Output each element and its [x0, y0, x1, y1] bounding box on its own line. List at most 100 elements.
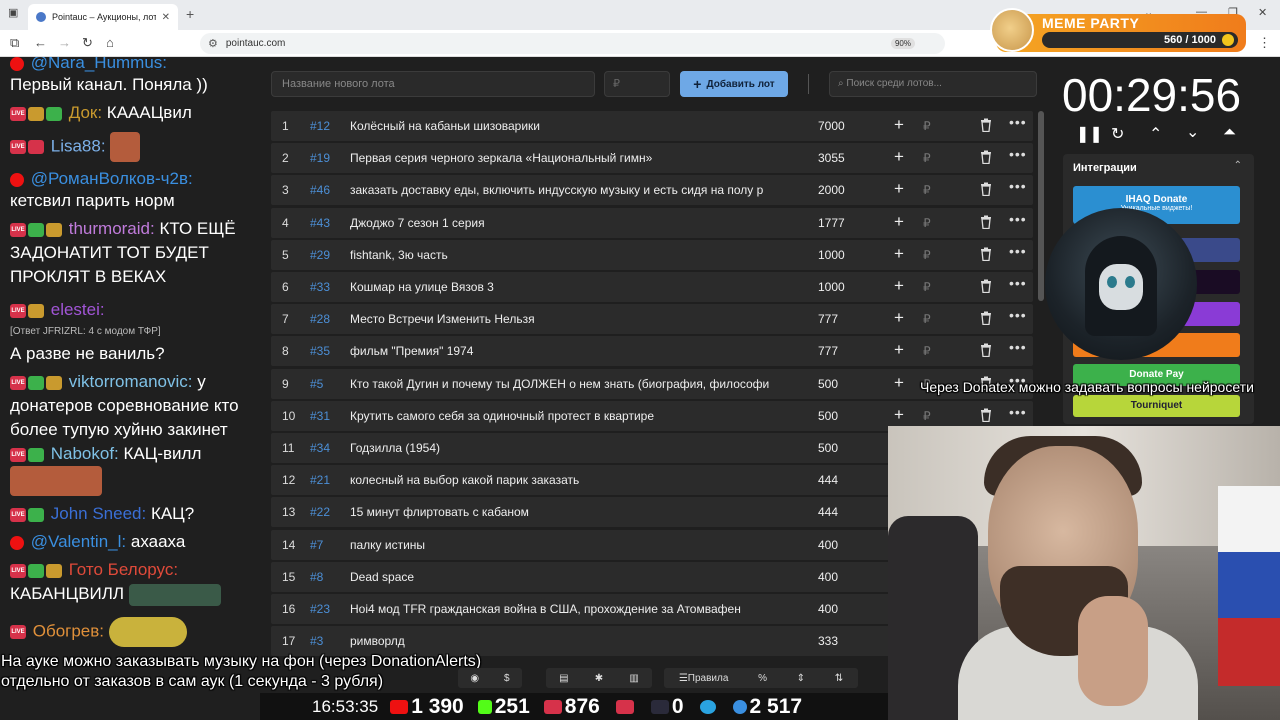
delete-icon[interactable] [980, 408, 992, 422]
lot-amount[interactable]: 400 [818, 602, 838, 616]
tourniquet-button[interactable]: Tourniquet [1073, 395, 1240, 417]
lot-amount[interactable]: 1000 [818, 248, 845, 262]
delete-icon[interactable] [980, 279, 992, 293]
add-amount-icon[interactable]: + [894, 179, 904, 199]
lot-row[interactable]: 6 #33 Кошмар на улице Вязов 3 1000 + ₽ ••• [271, 272, 1033, 302]
new-lot-amount-input[interactable]: ₽ [604, 71, 670, 97]
more-options-icon[interactable]: ••• [1009, 114, 1027, 130]
lot-name[interactable]: заказать доставку еды, включить индусску… [350, 183, 790, 197]
double-chevron-up-icon[interactable]: ⏶ [1223, 124, 1236, 142]
add-amount-icon[interactable]: + [894, 405, 904, 425]
currency-input[interactable]: ₽ [923, 248, 931, 262]
lot-name[interactable]: Dead space [350, 570, 790, 584]
delete-icon[interactable] [980, 215, 992, 229]
collapse-icon[interactable]: ⌃ [1234, 160, 1242, 171]
trash-all-icon[interactable]: ▥ [629, 673, 638, 684]
lot-search-input[interactable]: ⌕ Поиск среди лотов... [829, 71, 1037, 97]
browser-tab[interactable]: Pointauc – Аукционы, лотереи ✕ [28, 4, 178, 30]
more-options-icon[interactable]: ••• [1009, 275, 1027, 291]
lot-id[interactable]: #12 [310, 119, 330, 133]
lot-amount[interactable]: 777 [818, 312, 838, 326]
site-info-icon[interactable]: ⚙ [208, 37, 218, 50]
lot-row[interactable]: 5 #29 fishtank, 3ю часть 1000 + ₽ ••• [271, 239, 1033, 270]
lot-id[interactable]: #3 [310, 634, 323, 648]
lot-amount[interactable]: 500 [818, 377, 838, 391]
lot-name[interactable]: палку истины [350, 538, 790, 552]
lot-row[interactable]: 9 #5 Кто такой Дугин и почему ты ДОЛЖЕН о … [271, 368, 1033, 399]
lot-name[interactable]: Колёсный на кабаньи шизоварики [350, 119, 790, 133]
lot-amount[interactable]: 2000 [818, 183, 845, 197]
currency-input[interactable]: ₽ [923, 119, 931, 133]
lot-name[interactable]: фильм "Премия" 1974 [350, 344, 790, 358]
currency-input[interactable]: ₽ [923, 280, 931, 294]
lot-name[interactable]: Первая серия черного зеркала «Национальн… [350, 151, 790, 165]
lot-amount[interactable]: 1777 [818, 216, 845, 230]
lot-name[interactable]: Место Встречи Изменить Нельзя [350, 312, 790, 326]
currency-input[interactable]: ₽ [923, 409, 931, 423]
url-field[interactable]: ⚙ pointauc.com 90% [200, 33, 945, 54]
add-amount-icon[interactable]: + [894, 276, 904, 296]
lot-id[interactable]: #31 [310, 409, 330, 423]
add-amount-icon[interactable]: + [894, 212, 904, 232]
add-amount-icon[interactable]: + [894, 147, 904, 167]
lot-row[interactable]: 3 #46 заказать доставку еды, включить инду… [271, 175, 1033, 206]
zoom-badge[interactable]: 90% [890, 38, 915, 49]
lot-id[interactable]: #23 [310, 602, 330, 616]
currency-input[interactable]: ₽ [923, 312, 931, 326]
lot-id[interactable]: #33 [310, 280, 330, 294]
lot-amount[interactable]: 500 [818, 441, 838, 455]
add-amount-icon[interactable]: + [894, 373, 904, 393]
add-lot-button[interactable]: + Добавить лот [680, 71, 788, 97]
lot-id[interactable]: #43 [310, 216, 330, 230]
lot-name[interactable]: Hoi4 мод TFR гражданская война в США, пр… [350, 602, 790, 616]
lot-id[interactable]: #34 [310, 441, 330, 455]
currency-input[interactable]: ₽ [923, 151, 931, 165]
lot-id[interactable]: #29 [310, 248, 330, 262]
back-icon[interactable]: ← [34, 35, 47, 50]
lot-amount[interactable]: 500 [818, 409, 838, 423]
new-lot-name-input[interactable]: Название нового лота [271, 71, 595, 97]
lot-row[interactable]: 4 #43 Джоджо 7 сезон 1 серия 1777 + ₽ ••• [271, 207, 1033, 238]
lot-amount[interactable]: 7000 [818, 119, 845, 133]
menu-icon[interactable]: ⋮ [1258, 35, 1271, 51]
chevron-up-icon[interactable]: ⌃ [1149, 124, 1162, 144]
lot-name[interactable]: колесный на выбор какой парик заказать [350, 473, 790, 487]
lot-amount[interactable]: 444 [818, 473, 838, 487]
lot-amount[interactable]: 400 [818, 538, 838, 552]
more-options-icon[interactable]: ••• [1009, 339, 1027, 355]
lot-id[interactable]: #5 [310, 377, 323, 391]
percent-icon[interactable]: % [758, 673, 767, 684]
close-window-icon[interactable]: ✕ [1258, 6, 1267, 19]
delete-icon[interactable] [980, 118, 992, 132]
bug-icon[interactable]: ✱ [595, 673, 603, 684]
close-tab-icon[interactable]: ✕ [162, 12, 170, 23]
delete-icon[interactable] [980, 311, 992, 326]
reset-timer-icon[interactable]: ↻ [1111, 124, 1124, 144]
home-icon[interactable]: ⌂ [106, 35, 114, 50]
lot-name[interactable]: 15 минут флиртовать с кабаном [350, 505, 790, 519]
lot-id[interactable]: #35 [310, 344, 330, 358]
tab-actions-icon[interactable]: ▣ [8, 6, 18, 19]
delete-icon[interactable] [980, 150, 992, 165]
more-options-icon[interactable]: ••• [1009, 178, 1027, 194]
currency-input[interactable]: ₽ [923, 216, 931, 230]
lot-id[interactable]: #28 [310, 312, 330, 326]
lot-name[interactable]: Кошмар на улице Вязов 3 [350, 280, 790, 294]
add-amount-icon[interactable]: + [894, 244, 904, 264]
lot-id[interactable]: #19 [310, 151, 330, 165]
new-tab-icon[interactable]: + [186, 6, 194, 22]
more-options-icon[interactable]: ••• [1009, 404, 1027, 420]
sidebar-toggle-icon[interactable]: ⧉ [10, 35, 19, 51]
scrollbar[interactable] [1038, 111, 1044, 301]
lot-amount[interactable]: 333 [818, 634, 838, 648]
add-amount-icon[interactable]: + [894, 115, 904, 135]
lot-name[interactable]: Джоджо 7 сезон 1 серия [350, 216, 790, 230]
lot-id[interactable]: #8 [310, 570, 323, 584]
lot-amount[interactable]: 400 [818, 570, 838, 584]
lot-id[interactable]: #7 [310, 538, 323, 552]
delete-icon[interactable] [980, 247, 992, 261]
lot-name[interactable]: Кто такой Дугин и почему ты ДОЛЖЕН о нем… [350, 377, 790, 391]
lot-name[interactable]: римворлд [350, 634, 790, 648]
lot-row[interactable]: 1 #12 Колёсный на кабаньи шизоварики 7000 + ₽… [271, 111, 1033, 141]
sort-icon[interactable]: ⇅ [835, 673, 843, 684]
